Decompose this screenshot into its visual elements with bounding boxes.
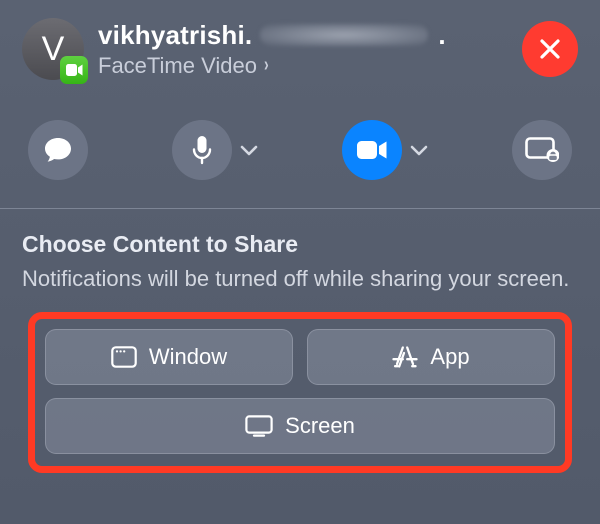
messages-button[interactable] xyxy=(28,120,88,180)
share-app-label: App xyxy=(430,344,469,370)
contact-name-row: vikhyatrishi. . xyxy=(98,20,508,51)
share-window-label: Window xyxy=(149,344,227,370)
contact-avatar: V xyxy=(22,18,84,80)
chevron-down-icon xyxy=(410,145,428,156)
camera-button[interactable] xyxy=(342,120,402,180)
mic-control xyxy=(172,120,258,180)
call-controls xyxy=(0,98,600,208)
contact-name-prefix: vikhyatrishi. xyxy=(98,20,252,51)
share-screen-button[interactable] xyxy=(512,120,572,180)
share-screen-label: Screen xyxy=(285,413,355,439)
camera-options-chevron[interactable] xyxy=(410,145,428,156)
message-icon xyxy=(43,136,73,164)
share-panel-title: Choose Content to Share xyxy=(22,231,578,258)
share-control xyxy=(512,120,572,180)
share-options-highlight: Window App xyxy=(28,312,572,473)
app-icon xyxy=(392,345,418,369)
microphone-icon xyxy=(192,135,212,165)
contact-info: vikhyatrishi. . FaceTime Video › xyxy=(98,20,508,79)
contact-name-redacted xyxy=(260,24,428,46)
contact-name-trailing-dot: . xyxy=(438,20,445,51)
camera-icon xyxy=(356,139,388,161)
end-call-button[interactable] xyxy=(522,21,578,77)
share-window-button[interactable]: Window xyxy=(45,329,293,385)
facetime-badge-icon xyxy=(60,56,88,84)
chevron-right-icon: › xyxy=(264,54,269,77)
share-panel-subtitle: Notifications will be turned off while s… xyxy=(22,264,578,294)
call-type-row[interactable]: FaceTime Video › xyxy=(98,53,508,79)
camera-control xyxy=(342,120,428,180)
share-screen-icon xyxy=(525,137,559,163)
mic-button[interactable] xyxy=(172,120,232,180)
close-icon xyxy=(539,38,561,60)
call-header: V vikhyatrishi. . FaceTime Video › xyxy=(0,0,600,98)
share-app-button[interactable]: App xyxy=(307,329,555,385)
window-icon xyxy=(111,346,137,368)
screen-icon xyxy=(245,415,273,437)
call-type-label: FaceTime Video xyxy=(98,53,257,79)
mic-options-chevron[interactable] xyxy=(240,145,258,156)
share-panel: Choose Content to Share Notifications wi… xyxy=(0,208,600,495)
messages-control xyxy=(28,120,88,180)
share-screen-option-button[interactable]: Screen xyxy=(45,398,555,454)
chevron-down-icon xyxy=(240,145,258,156)
